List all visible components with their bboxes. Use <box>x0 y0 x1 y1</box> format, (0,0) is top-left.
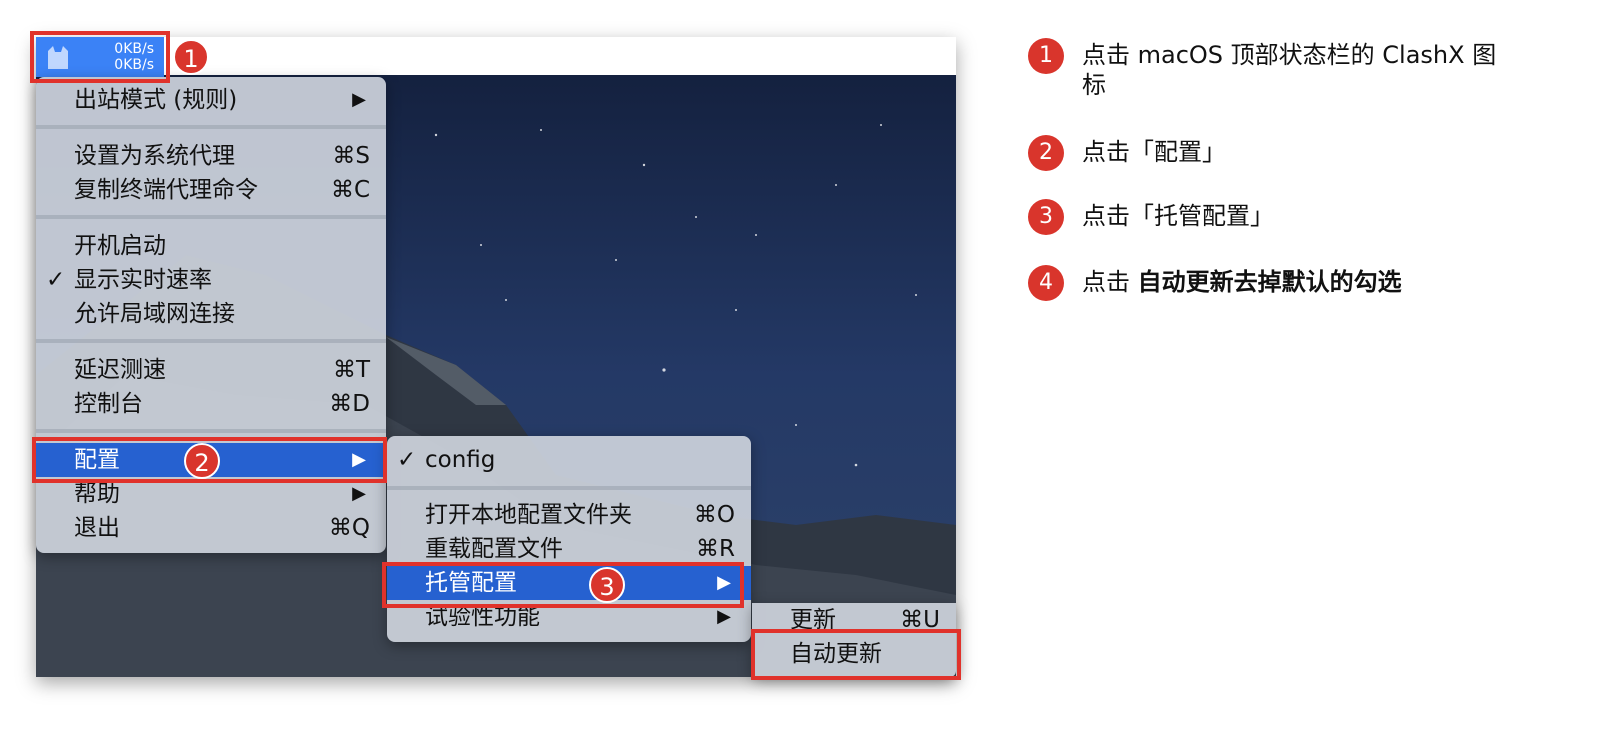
menu-shortcut: ⌘S <box>332 143 370 169</box>
menu-item-label: 控制台 <box>74 391 143 417</box>
menu-item-dashboard[interactable]: 控制台 ⌘D <box>36 387 386 421</box>
menu-item-allow-lan[interactable]: 允许局域网连接 <box>36 297 386 331</box>
menu-shortcut: ⌘D <box>329 391 370 417</box>
menu-separator <box>36 339 386 343</box>
menu-item-label: 显示实时速率 <box>74 267 212 293</box>
menu-shortcut: ⌘Q <box>328 515 370 541</box>
step-badge-1: 1 <box>173 39 209 75</box>
menu-item-current-config[interactable]: ✓ config <box>387 443 751 477</box>
step-text-4-prefix: 点击 <box>1082 268 1138 296</box>
menu-shortcut: ⌘T <box>332 357 370 383</box>
menu-item-quit[interactable]: 退出 ⌘Q <box>36 511 386 545</box>
menu-shortcut: ⌘R <box>696 536 735 562</box>
menu-item-label: 延迟测速 <box>74 357 166 383</box>
step-text-4-emphasis: 自动更新去掉默认的勾选 <box>1137 268 1402 296</box>
submenu-arrow-icon: ▶ <box>352 89 366 110</box>
menu-item-copy-terminal-cmd[interactable]: 复制终端代理命令 ⌘C <box>36 173 386 207</box>
highlight-managed-config-item <box>382 562 744 608</box>
menu-separator <box>36 215 386 219</box>
step-text-3: 点击「托管配置」 <box>1082 202 1274 230</box>
step-number-2: 2 <box>1028 135 1064 171</box>
checkmark-icon: ✓ <box>46 267 66 293</box>
config-submenu: ✓ config 打开本地配置文件夹 ⌘O 重载配置文件 ⌘R 托管配置 ▶ 试… <box>387 436 751 642</box>
menu-item-set-system-proxy[interactable]: 设置为系统代理 ⌘S <box>36 139 386 173</box>
menu-item-label: 允许局域网连接 <box>74 301 235 327</box>
step-text-4: 点击 自动更新去掉默认的勾选 <box>1082 267 1402 297</box>
menu-separator <box>387 486 751 490</box>
highlight-auto-update-item <box>751 629 961 680</box>
step-badge-3: 3 <box>589 567 625 603</box>
menu-separator <box>36 429 386 433</box>
menu-item-show-speed[interactable]: ✓ 显示实时速率 <box>36 263 386 297</box>
step-badge-2: 2 <box>184 443 220 479</box>
menu-item-label: 重载配置文件 <box>425 536 563 562</box>
checkmark-icon: ✓ <box>397 447 417 473</box>
step-number-1: 1 <box>1028 38 1064 74</box>
menu-item-reload-config[interactable]: 重载配置文件 ⌘R <box>387 532 751 566</box>
menu-item-label: 设置为系统代理 <box>74 143 235 169</box>
menu-item-label: 打开本地配置文件夹 <box>425 502 632 528</box>
highlight-status-item <box>30 31 170 83</box>
menu-item-latency-test[interactable]: 延迟测速 ⌘T <box>36 353 386 387</box>
menu-shortcut: ⌘O <box>693 502 735 528</box>
menu-item-label: 复制终端代理命令 <box>74 177 258 203</box>
menu-item-label: 退出 <box>74 515 120 541</box>
step-text-2: 点击「配置」 <box>1082 138 1226 166</box>
menu-item-launch-at-login[interactable]: 开机启动 <box>36 229 386 263</box>
menu-item-outbound-mode[interactable]: 出站模式 (规则) ▶ <box>36 83 386 117</box>
menu-item-label: config <box>425 447 496 473</box>
menu-item-open-config-folder[interactable]: 打开本地配置文件夹 ⌘O <box>387 498 751 532</box>
step-number-3: 3 <box>1028 199 1064 235</box>
menu-separator <box>36 125 386 129</box>
step-number-4: 4 <box>1028 265 1064 301</box>
menu-item-label: 出站模式 (规则) <box>74 87 238 113</box>
step-text-1: 点击 macOS 顶部状态栏的 ClashX 图标 <box>1082 41 1497 99</box>
menu-item-label: 开机启动 <box>74 233 166 259</box>
menu-shortcut: ⌘C <box>330 177 370 203</box>
